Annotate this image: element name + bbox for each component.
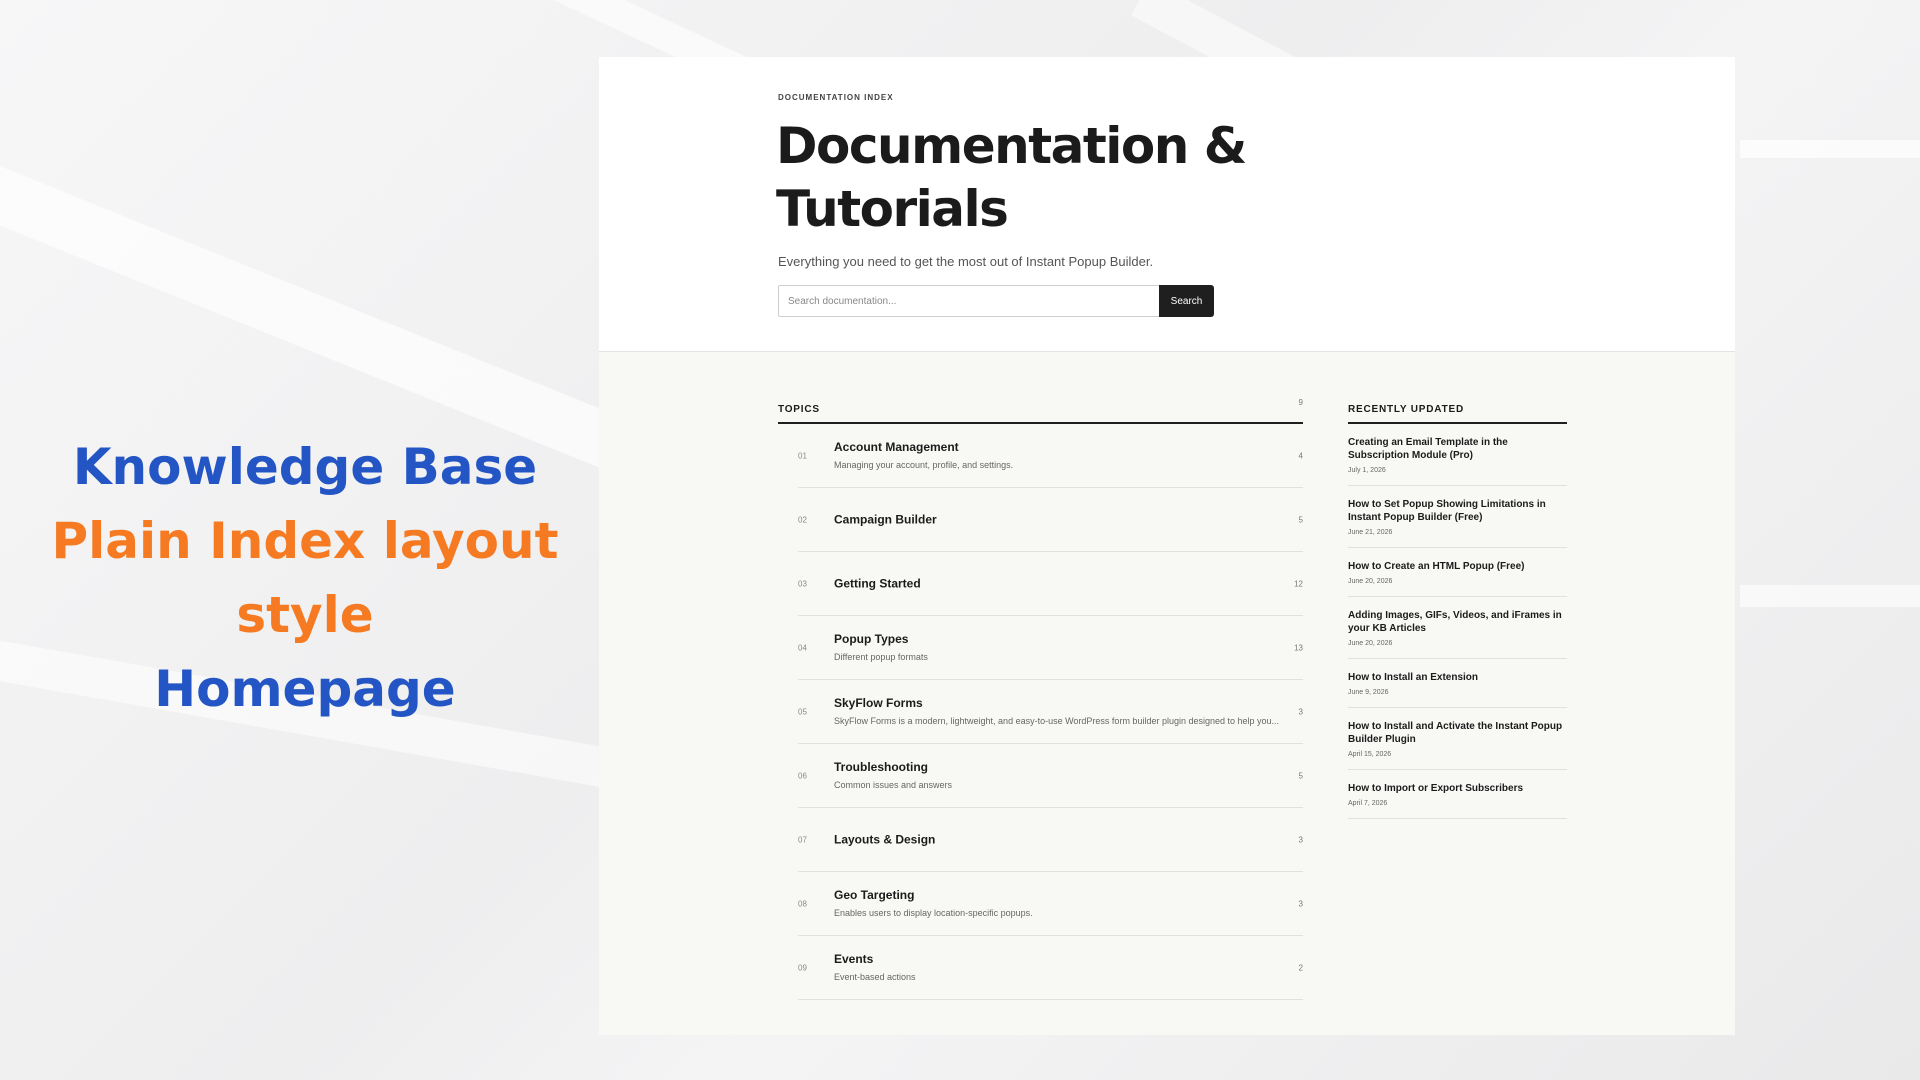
recent-article[interactable]: How to Set Popup Showing Limitations in …	[1348, 486, 1567, 548]
topic-name[interactable]: Getting Started	[834, 576, 1283, 591]
search-button[interactable]: Search	[1159, 285, 1214, 317]
topics-header: TOPICS 9	[778, 392, 1303, 424]
recent-header: RECENTLY UPDATED	[1348, 392, 1567, 424]
topic-text: Getting Started	[834, 576, 1283, 591]
topic-row[interactable]: 02 Campaign Builder 5	[798, 488, 1303, 552]
search-input[interactable]	[778, 285, 1159, 317]
topic-article-count: 5	[1298, 515, 1303, 524]
topic-number: 04	[798, 643, 807, 652]
topic-row[interactable]: 06 Troubleshooting Common issues and answe…	[798, 744, 1303, 808]
topic-name[interactable]: Layouts & Design	[834, 832, 1283, 847]
topic-text: Events Event-based actions	[834, 952, 1283, 984]
promo-line-1: Knowledge Base	[72, 438, 538, 496]
recent-article-title[interactable]: How to Install an Extension	[1348, 671, 1567, 684]
search-form: Search	[778, 285, 1214, 317]
recent-article[interactable]: How to Install and Activate the Instant …	[1348, 708, 1567, 770]
topic-text: Popup Types Different popup formats	[834, 632, 1283, 664]
recent-article[interactable]: How to Create an HTML Popup (Free) June 2…	[1348, 548, 1567, 597]
topic-row[interactable]: 05 SkyFlow Forms SkyFlow Forms is a modern…	[798, 680, 1303, 744]
topics-count: 9	[1298, 398, 1303, 407]
recent-article-title[interactable]: Creating an Email Template in the Subscr…	[1348, 436, 1567, 462]
topic-text: SkyFlow Forms SkyFlow Forms is a modern, …	[834, 696, 1283, 728]
docs-page-preview: DOCUMENTATION INDEX Documentation & Tuto…	[599, 57, 1735, 1035]
topics-heading: TOPICS	[778, 404, 820, 415]
topic-text: Campaign Builder	[834, 512, 1283, 527]
hero-section: DOCUMENTATION INDEX Documentation & Tuto…	[599, 57, 1735, 352]
topic-article-count: 5	[1298, 771, 1303, 780]
content-section: TOPICS 9 01 Account Management Managing yo…	[599, 352, 1735, 1035]
topic-name[interactable]: Campaign Builder	[834, 512, 1283, 527]
recent-article-title[interactable]: How to Create an HTML Popup (Free)	[1348, 560, 1567, 573]
topic-row[interactable]: 09 Events Event-based actions 2	[798, 936, 1303, 1000]
topic-row[interactable]: 03 Getting Started 12	[798, 552, 1303, 616]
topic-name[interactable]: SkyFlow Forms	[834, 696, 1283, 711]
recent-article-title[interactable]: Adding Images, GIFs, Videos, and iFrames…	[1348, 609, 1567, 635]
promo-caption: Knowledge Base Plain Index layout style …	[30, 430, 580, 726]
topic-description: Common issues and answers	[834, 779, 953, 790]
topic-description: Managing your account, profile, and sett…	[834, 459, 1014, 470]
topic-number: 05	[798, 707, 807, 716]
topic-name[interactable]: Account Management	[834, 440, 1283, 455]
promo-line-3: style	[236, 586, 374, 644]
topic-row[interactable]: 04 Popup Types Different popup formats 13	[798, 616, 1303, 680]
topic-article-count: 12	[1294, 579, 1303, 588]
recent-article-title[interactable]: How to Import or Export Subscribers	[1348, 782, 1567, 795]
topic-name[interactable]: Events	[834, 952, 1283, 967]
recent-article-title[interactable]: How to Install and Activate the Instant …	[1348, 720, 1567, 746]
topic-name[interactable]: Troubleshooting	[834, 760, 1283, 775]
topic-number: 01	[798, 451, 807, 460]
recent-article[interactable]: Creating an Email Template in the Subscr…	[1348, 424, 1567, 486]
topic-number: 08	[798, 899, 807, 908]
topic-description: SkyFlow Forms is a modern, lightweight, …	[834, 715, 1280, 726]
page-title-line-1: Documentation &	[776, 117, 1247, 175]
topic-name[interactable]: Popup Types	[834, 632, 1283, 647]
topic-row[interactable]: 08 Geo Targeting Enables users to display …	[798, 872, 1303, 936]
recent-list: Creating an Email Template in the Subscr…	[1348, 424, 1567, 819]
recent-article-date: June 20, 2026	[1348, 578, 1393, 585]
topic-number: 02	[798, 515, 807, 524]
page-title-line-2: Tutorials	[776, 180, 1009, 238]
topic-row[interactable]: 07 Layouts & Design 3	[798, 808, 1303, 872]
topic-article-count: 3	[1298, 707, 1303, 716]
topic-article-count: 4	[1298, 451, 1303, 460]
topic-description: Enables users to display location-specif…	[834, 907, 1033, 918]
topic-article-count: 3	[1298, 835, 1303, 844]
recent-article-date: June 9, 2026	[1348, 689, 1389, 696]
recent-article-date: April 15, 2026	[1348, 751, 1392, 758]
recent-article-date: April 7, 2026	[1348, 800, 1388, 807]
topic-article-count: 13	[1294, 643, 1303, 652]
page-title: Documentation & Tutorials	[776, 115, 1336, 241]
topic-description: Event-based actions	[834, 971, 916, 982]
recent-heading: RECENTLY UPDATED	[1348, 404, 1464, 415]
promo-line-4: Homepage	[154, 660, 456, 718]
topic-number: 03	[798, 579, 807, 588]
topic-number: 06	[798, 771, 807, 780]
promo-line-2: Plain Index layout	[51, 512, 559, 570]
topic-number: 07	[798, 835, 807, 844]
topic-article-count: 2	[1298, 963, 1303, 972]
recent-article-date: July 1, 2026	[1348, 467, 1386, 474]
topic-text: Geo Targeting Enables users to display lo…	[834, 888, 1283, 920]
recently-updated-column: RECENTLY UPDATED Creating an Email Templ…	[1348, 392, 1567, 819]
page-subtitle: Everything you need to get the most out …	[778, 254, 1154, 269]
topic-name[interactable]: Geo Targeting	[834, 888, 1283, 903]
topic-number: 09	[798, 963, 807, 972]
topic-row[interactable]: 01 Account Management Managing your accoun…	[798, 424, 1303, 488]
recent-article[interactable]: Adding Images, GIFs, Videos, and iFrames…	[1348, 597, 1567, 659]
topic-text: Troubleshooting Common issues and answers	[834, 760, 1283, 792]
topic-text: Layouts & Design	[834, 832, 1283, 847]
topic-description: Different popup formats	[834, 651, 928, 662]
recent-article-title[interactable]: How to Set Popup Showing Limitations in …	[1348, 498, 1567, 524]
eyebrow-label: DOCUMENTATION INDEX	[778, 93, 894, 102]
recent-article[interactable]: How to Install an Extension June 9, 2026	[1348, 659, 1567, 708]
topic-list: 01 Account Management Managing your accoun…	[798, 424, 1303, 1000]
topic-text: Account Management Managing your account,…	[834, 440, 1283, 472]
recent-article-date: June 20, 2026	[1348, 640, 1393, 647]
recent-article[interactable]: How to Import or Export Subscribers April…	[1348, 770, 1567, 819]
topic-article-count: 3	[1298, 899, 1303, 908]
recent-article-date: June 21, 2026	[1348, 529, 1393, 536]
topics-column: TOPICS 9 01 Account Management Managing yo…	[778, 392, 1303, 1000]
